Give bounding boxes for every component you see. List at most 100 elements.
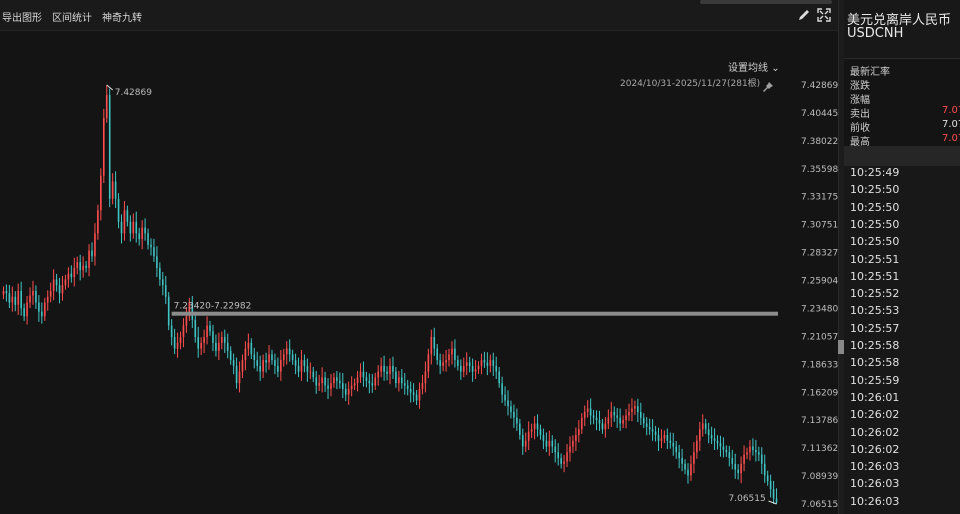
range-stat-label: 7.23420-7.22982 [174,302,252,312]
candle-body [580,417,583,430]
candle-body [82,265,84,271]
interval-stats-button[interactable]: 区间统计 [52,9,92,24]
quote-box: 最新汇率 涨跌 涨幅 卖出 7.07 前收 7.07 最高 7.07 [844,58,960,148]
chart-plot[interactable]: 7.42869 7.40445 7.38022 7.35598 7.33175 7.307… [0,31,838,514]
candle-body [14,296,17,305]
candle-body [300,360,303,372]
candle-body [749,446,751,453]
prev-close-value: 7.07 [942,119,960,130]
candle-body [138,233,141,240]
candle-body [102,118,105,176]
candle-body [474,369,477,372]
candle-body [49,290,52,297]
top-scrollbar[interactable] [700,0,832,4]
candle-body [383,365,385,372]
candle-body [29,295,31,303]
y-tick-label: 7.40445 [801,109,838,119]
y-tick-label: 7.38022 [801,137,838,147]
candle-body [123,210,126,234]
candle-body [94,233,96,257]
candle-body [418,388,421,401]
candle-body [586,408,589,412]
candle-body [368,380,371,384]
candle-body [2,290,5,295]
candle-body [704,423,707,430]
candle-body [265,360,267,363]
tick-time-item: 10:26:02 [850,442,900,456]
y-tick-label: 7.16209 [801,388,838,398]
candle-body [339,380,341,384]
annotations-layer: 7.42869 7.06515 7.23420-7.22982 [106,84,779,505]
candle-body [539,429,542,436]
candle-body [330,383,332,389]
candle-body [197,337,200,349]
candle-body [595,417,598,421]
candle-body [589,408,592,416]
candle-body [722,446,725,451]
candle-body [451,348,453,355]
fullscreen-icon[interactable] [816,7,832,23]
export-chart-button[interactable]: 导出图形 [2,9,42,24]
candle-body [460,365,462,372]
candle-body [17,290,20,305]
tick-time-item: 10:25:49 [850,166,900,179]
y-axis: 7.42869 7.40445 7.38022 7.35598 7.33175 7.307… [801,81,838,510]
candle-body [551,440,554,447]
candle-body [610,411,613,418]
tick-time-item: 10:25:50 [850,217,900,231]
candle-body [400,377,403,384]
candle-body [448,354,450,361]
candle-body [259,365,261,372]
candle-body [359,371,362,378]
candle-body [728,452,731,459]
candle-body [303,360,306,366]
draw-pen-icon[interactable] [796,7,812,23]
candle-body [758,452,760,455]
candle-body [132,221,135,234]
candle-body [67,273,70,280]
candle-body [35,290,37,303]
candlestick-chart[interactable]: 设置均线 ⌄ 2024/10/31-2025/11/27(281根) 7.428… [0,31,838,514]
candle-body [333,377,335,384]
candle-body [625,415,627,421]
tick-time-item: 10:25:50 [850,183,900,197]
candle-body [176,342,179,349]
candle-body [513,411,515,418]
candle-body [648,426,651,430]
candle-body [604,423,607,430]
candle-body [424,371,427,384]
candle-body [395,371,397,384]
candle-body [277,365,279,372]
candle-body [457,360,459,366]
candle-body [660,438,663,441]
candle-body [156,256,158,268]
candle-body [327,385,329,389]
candle-body [631,408,633,412]
candle-body [693,452,695,464]
tick-time-item: 10:26:03 [850,477,900,491]
candle-body [309,371,312,373]
quote-panel: 美元兑离岸人民币 USDCNH 最新汇率 涨跌 涨幅 卖出 7.07 前收 7.… [844,0,960,514]
candle-body [377,371,380,378]
candle-body [486,362,489,366]
candle-body [262,360,264,372]
candle-body [598,420,601,424]
candle-body [545,440,548,447]
candle-body [144,227,146,234]
candle-body [247,342,250,349]
candle-body [516,417,518,424]
candle-body [105,95,108,119]
candle-body [215,342,217,351]
candle-body [64,279,67,286]
candle-body [536,423,539,430]
candle-body [507,400,509,407]
max-price-label: 7.42869 [115,88,152,98]
y-tick-label: 7.35598 [801,165,838,175]
magic-nine-button[interactable]: 神奇九转 [102,9,142,24]
candle-body [465,362,468,366]
min-pointer [768,500,777,505]
candle-body [206,325,208,338]
candle-body [701,423,704,430]
candle-body [642,417,645,424]
candle-body [294,360,297,366]
